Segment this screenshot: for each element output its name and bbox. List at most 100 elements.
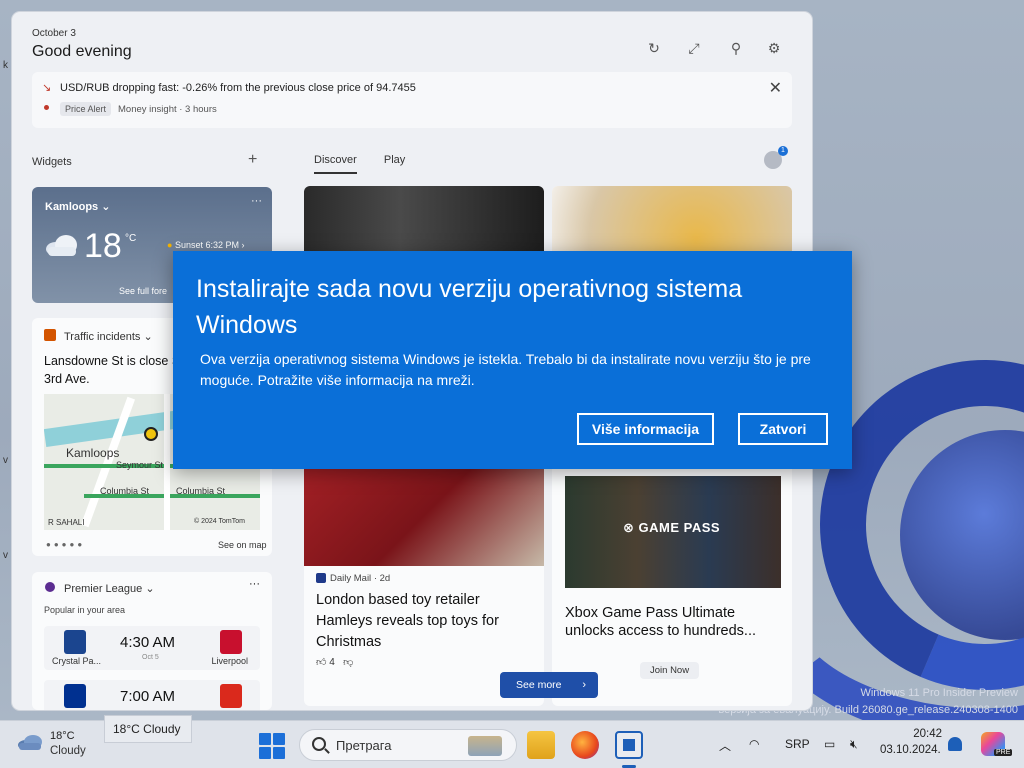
reactions: 👍︎ 4 👎︎ [316,656,353,668]
taskbar-weather-condition[interactable]: Cloudy [50,745,86,757]
pin-icon[interactable]: ⚲ [726,38,746,58]
weather-temperature: 18 [84,227,122,265]
desktop-icon-edge[interactable]: v [3,455,8,466]
source-name: Daily Mail [330,573,372,584]
alert-title: USD/RUB dropping fast: -0.26% from the p… [60,82,416,94]
firefox-icon[interactable] [571,731,599,759]
away-team: Liverpool [211,656,248,666]
league-title[interactable]: Premier League ⌄ [64,582,155,595]
alert-status-dot [44,105,49,110]
more-info-button[interactable]: Više informacija [577,413,714,445]
more-options-icon[interactable]: ··· [251,195,262,207]
traffic-title[interactable]: Traffic incidents ⌄ [64,330,153,343]
settings-gear-icon[interactable]: ⚙ [764,38,784,58]
close-button[interactable]: Zatvori [738,413,828,445]
map-label: Columbia St [176,486,226,496]
start-button[interactable] [259,733,285,759]
match-row[interactable]: 7:00 AM [44,680,260,710]
premier-league-widget[interactable]: Premier League ⌄ ··· Popular in your are… [32,572,272,710]
see-more-button[interactable]: See more › [500,672,598,698]
map-label: Seymour St [116,460,164,470]
weather-sunset: ● Sunset 6:32 PM › [167,240,245,250]
game-pass-image: ⊗ GAME PASS [565,476,781,588]
widgets-label: Widgets [32,156,72,168]
taskbar-search-box[interactable]: Претрага [299,729,517,761]
tab-discover[interactable]: Discover [314,154,357,174]
news-title[interactable]: Xbox Game Pass Ultimate unlocks access t… [565,604,785,640]
weather-city[interactable]: Kamloops ⌄ [45,200,110,213]
chevron-down-icon: ⌄ [101,201,111,213]
windows-logo-pane [259,733,271,745]
display-icon[interactable]: ▭ [824,737,835,751]
weather-tooltip: 18°C Cloudy [104,715,192,743]
map-label: Columbia St [100,486,150,496]
weather-city-label: Kamloops [45,201,99,213]
close-icon[interactable]: ✕ [769,78,782,98]
like-count: 4 [329,657,335,668]
dialog-title: Instalirajte sada novu verziju operativn… [196,275,743,339]
taskbar-weather-temp[interactable]: 18°C [50,730,75,742]
match-time: 4:30 AM [120,634,176,651]
news-source: Daily Mail · 2d [316,573,390,584]
thumbs-down-icon[interactable]: 👎︎ [343,657,353,668]
game-pass-logo-text: GAME PASS [638,520,721,535]
active-app-icon[interactable] [615,731,643,759]
traffic-title-label: Traffic incidents [64,331,141,343]
panel-greeting: Good evening [32,43,132,60]
incident-marker-icon[interactable] [144,427,158,441]
feed-tabs: Discover Play [314,154,429,174]
add-widget-icon[interactable]: + [248,151,257,169]
alert-badge: Price Alert [60,102,112,116]
chevron-right-icon: › [582,679,586,691]
search-icon [312,737,326,751]
match-row[interactable]: 4:30 AM Oct 5 Crystal Pa... Liverpool [44,626,260,670]
price-alert-card[interactable]: ↘ USD/RUB dropping fast: -0.26% from the… [32,72,792,128]
volume-muted-icon[interactable]: 🔇︎ [850,737,858,752]
xbox-icon: ⊗ [623,520,635,535]
dialog-body: Ova verzija operativnog sistema Windows … [200,351,811,388]
sun-icon: ● [167,240,173,250]
join-now-button[interactable]: Join Now [640,662,700,679]
publisher-logo-icon [316,573,326,584]
news-image [304,466,544,566]
clock-time[interactable]: 20:42 [900,728,942,740]
match-time: 7:00 AM [120,688,176,705]
clock-date[interactable]: 03.10.2024. [880,744,941,756]
cloud-icon[interactable] [17,733,43,751]
more-options-icon[interactable]: ··· [249,578,260,590]
search-highlight-icon[interactable] [468,736,502,756]
home-team: Crystal Pa... [52,656,102,666]
windows-logo-pane [259,747,271,759]
league-popular-label: Popular in your area [44,605,126,615]
tab-play[interactable]: Play [384,154,405,172]
sunset-label: Sunset 6:32 PM [174,240,239,250]
taskbar: 18°C Cloudy 18°C Cloudy Претрага ︿ ◠ SRP… [0,715,1024,768]
away-crest-icon [220,630,242,654]
refresh-icon[interactable]: ↻ [644,38,664,58]
desktop-icon-edge[interactable]: k [3,60,8,71]
weather-unit: °C [125,233,137,244]
home-crest-icon [64,684,86,708]
home-crest-icon [64,630,86,654]
cloud-icon [46,235,77,256]
windows-logo-pane [273,747,285,759]
news-age: · 2d [373,573,391,584]
chevron-up-icon[interactable]: ︿ [719,737,731,754]
thumbs-up-icon[interactable]: 👍︎ [316,657,326,668]
expand-icon[interactable]: ⤢ [684,38,704,58]
copilot-preview-badge: PRE [994,749,1013,756]
map-attribution: © 2024 TomTom [194,518,245,525]
file-explorer-icon[interactable] [527,731,555,759]
see-on-map-link[interactable]: See on map [218,540,267,550]
bell-icon[interactable] [948,737,962,751]
news-title[interactable]: London based toy retailer Hamleys reveal… [316,590,536,653]
pagination-dots[interactable]: ●●●●● [46,540,85,549]
map-label: Kamloops [66,446,120,460]
network-offline-icon[interactable]: ◠ [749,737,759,751]
see-more-label: See more [516,679,562,691]
panel-date: October 3 [32,28,76,39]
forecast-link[interactable]: See full fore [119,286,167,296]
match-date: Oct 5 [142,654,159,661]
desktop-icon-edge[interactable]: v [3,550,8,561]
input-language[interactable]: SRP [785,737,810,751]
